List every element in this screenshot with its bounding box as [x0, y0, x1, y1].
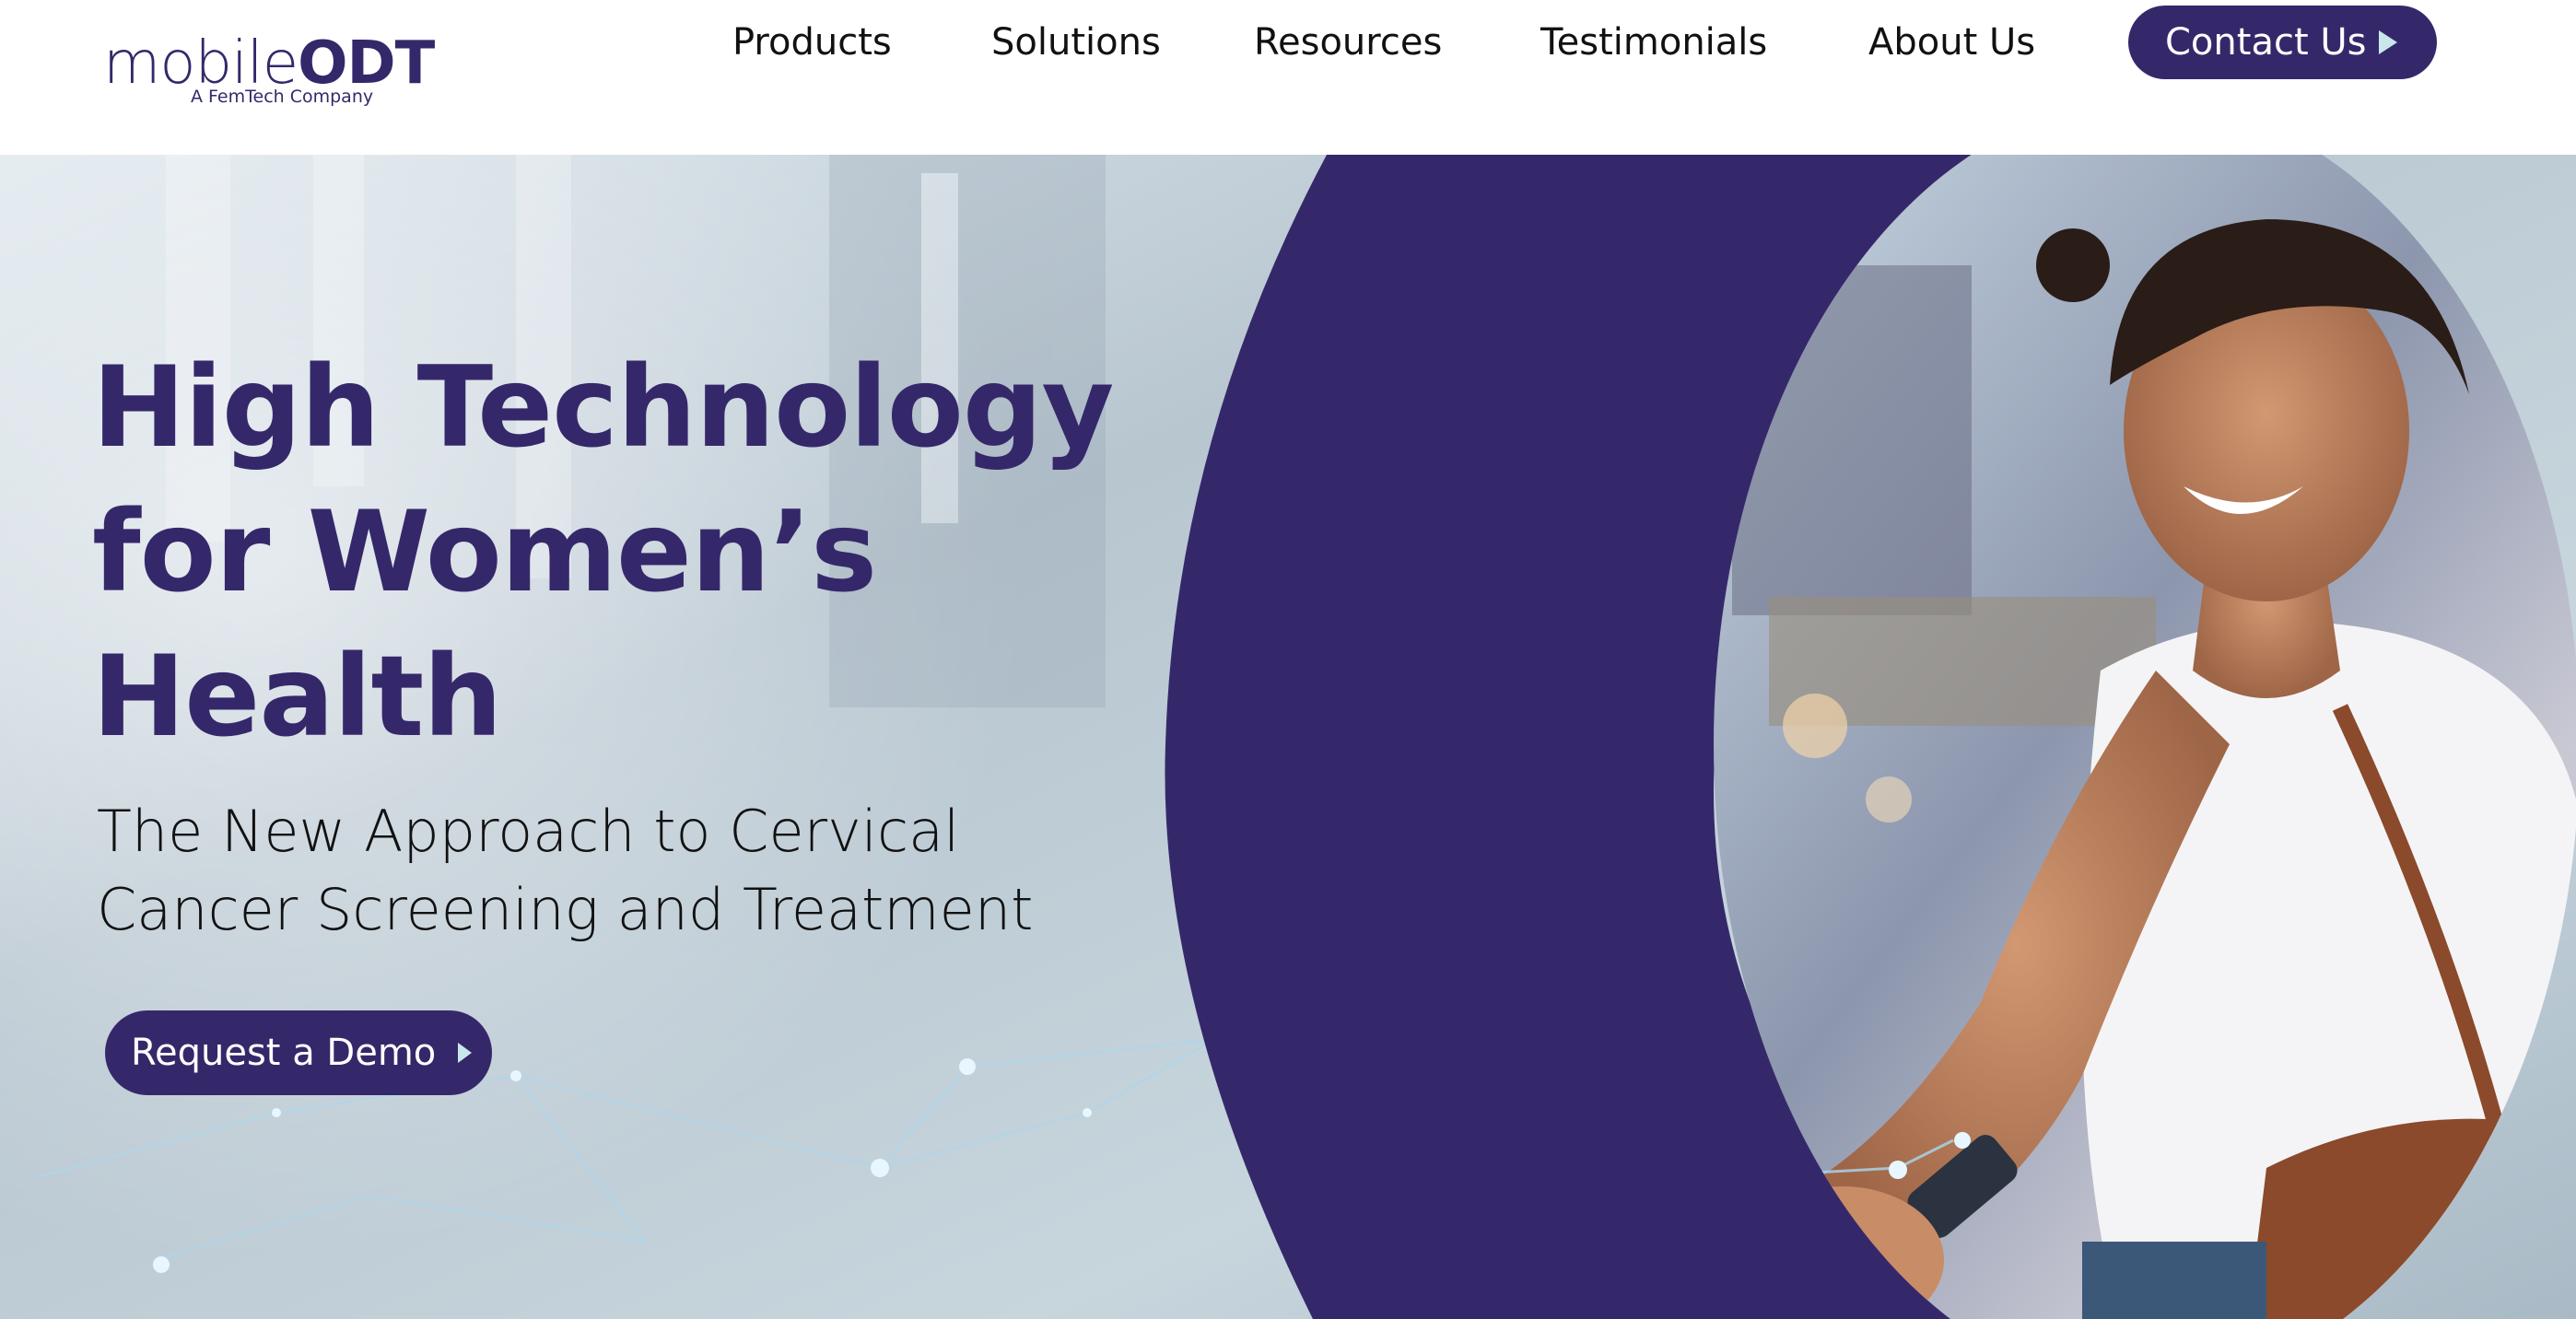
- play-triangle-icon: [458, 1043, 473, 1063]
- hero-subtitle: The New Approach to Cervical Cancer Scre…: [97, 792, 1110, 949]
- site-header: mobileODT A FemTech Company Products Sol…: [0, 0, 2576, 155]
- nav-item-products[interactable]: Products: [732, 16, 892, 69]
- contact-us-button[interactable]: Contact Us: [2128, 6, 2437, 79]
- nav-item-testimonials[interactable]: Testimonials: [1540, 16, 1767, 69]
- request-demo-button[interactable]: Request a Demo: [105, 1010, 492, 1095]
- logo-tagline: A FemTech Company: [191, 87, 374, 107]
- nav-item-resources[interactable]: Resources: [1254, 16, 1442, 69]
- nav-item-about-us[interactable]: About Us: [1868, 16, 2035, 69]
- hero-photo-woman: [1714, 155, 2576, 1319]
- hero-title-line: High Technology: [92, 343, 1114, 473]
- hero-title-line: Health: [92, 632, 502, 762]
- brand-logo[interactable]: mobileODT A FemTech Company: [103, 31, 435, 114]
- contact-us-label: Contact Us: [2165, 21, 2367, 64]
- hero-subtitle-line: Cancer Screening and Treatment: [97, 876, 1034, 943]
- hero-title-line: for Women’s: [92, 487, 877, 617]
- request-demo-label: Request a Demo: [131, 1032, 437, 1074]
- nav-item-solutions[interactable]: Solutions: [991, 16, 1161, 69]
- hero-title: High Technology for Women’s Health: [92, 335, 1152, 769]
- hero-subtitle-line: The New Approach to Cervical: [97, 798, 960, 865]
- play-triangle-icon: [2379, 30, 2398, 54]
- hero-section: High Technology for Women’s Health The N…: [0, 155, 2576, 1319]
